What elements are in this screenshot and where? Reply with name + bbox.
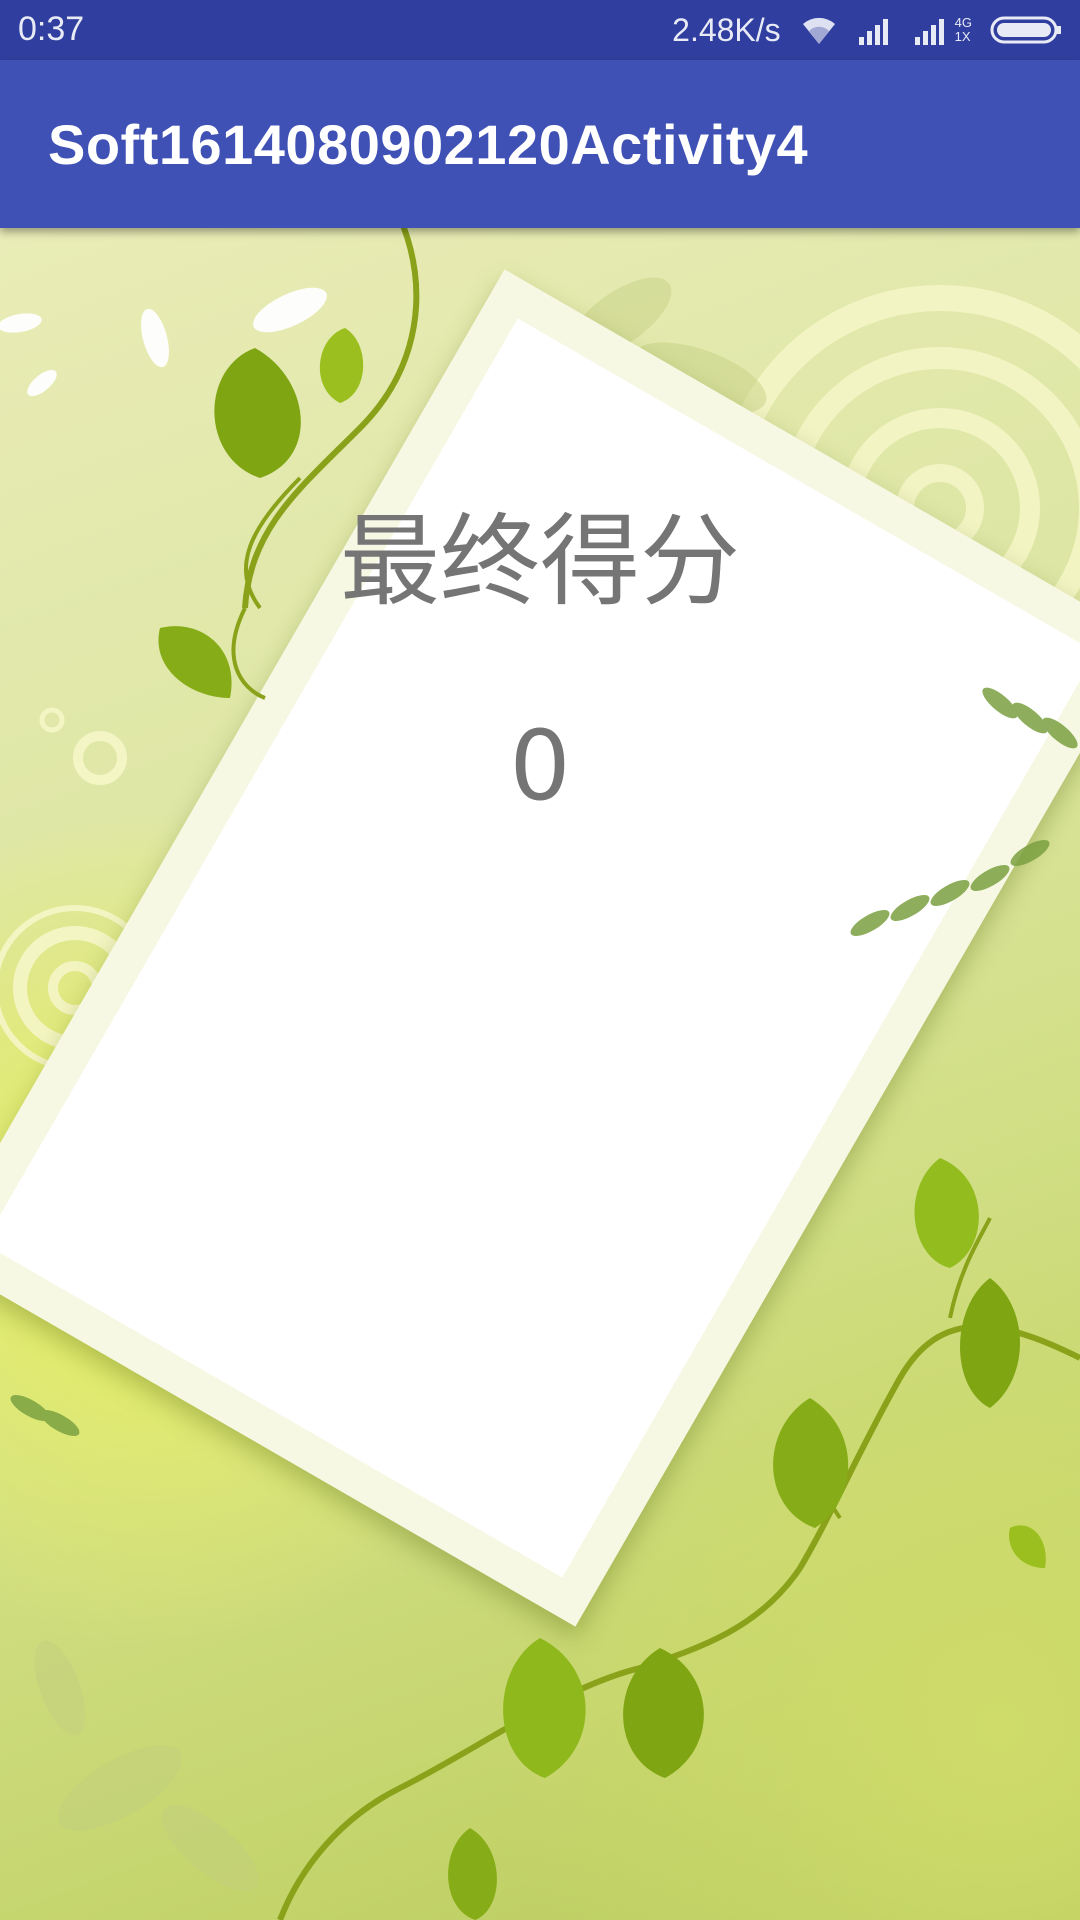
- battery-icon: [990, 15, 1062, 45]
- screen: 0:37 2.48K/s 4G 1X Soft1614080902120Acti…: [0, 0, 1080, 1920]
- signal-icon: [857, 15, 895, 45]
- network-type-bottom: 1X: [954, 29, 971, 44]
- network-speed: 2.48K/s: [672, 11, 781, 48]
- wifi-icon: [799, 14, 839, 46]
- network-type-top: 4G: [954, 15, 972, 30]
- signal-4g-icon: 4G 1X: [913, 15, 972, 45]
- status-icons: 2.48K/s 4G 1X: [672, 8, 1062, 52]
- app-bar: Soft1614080902120Activity4: [0, 60, 1080, 228]
- app-title: Soft1614080902120Activity4: [48, 113, 809, 176]
- status-time: 0:37: [18, 10, 85, 48]
- status-bar: 0:37 2.48K/s 4G 1X: [0, 0, 1080, 60]
- final-score-label: 最终得分: [340, 503, 740, 620]
- final-score-value: 0: [509, 710, 571, 822]
